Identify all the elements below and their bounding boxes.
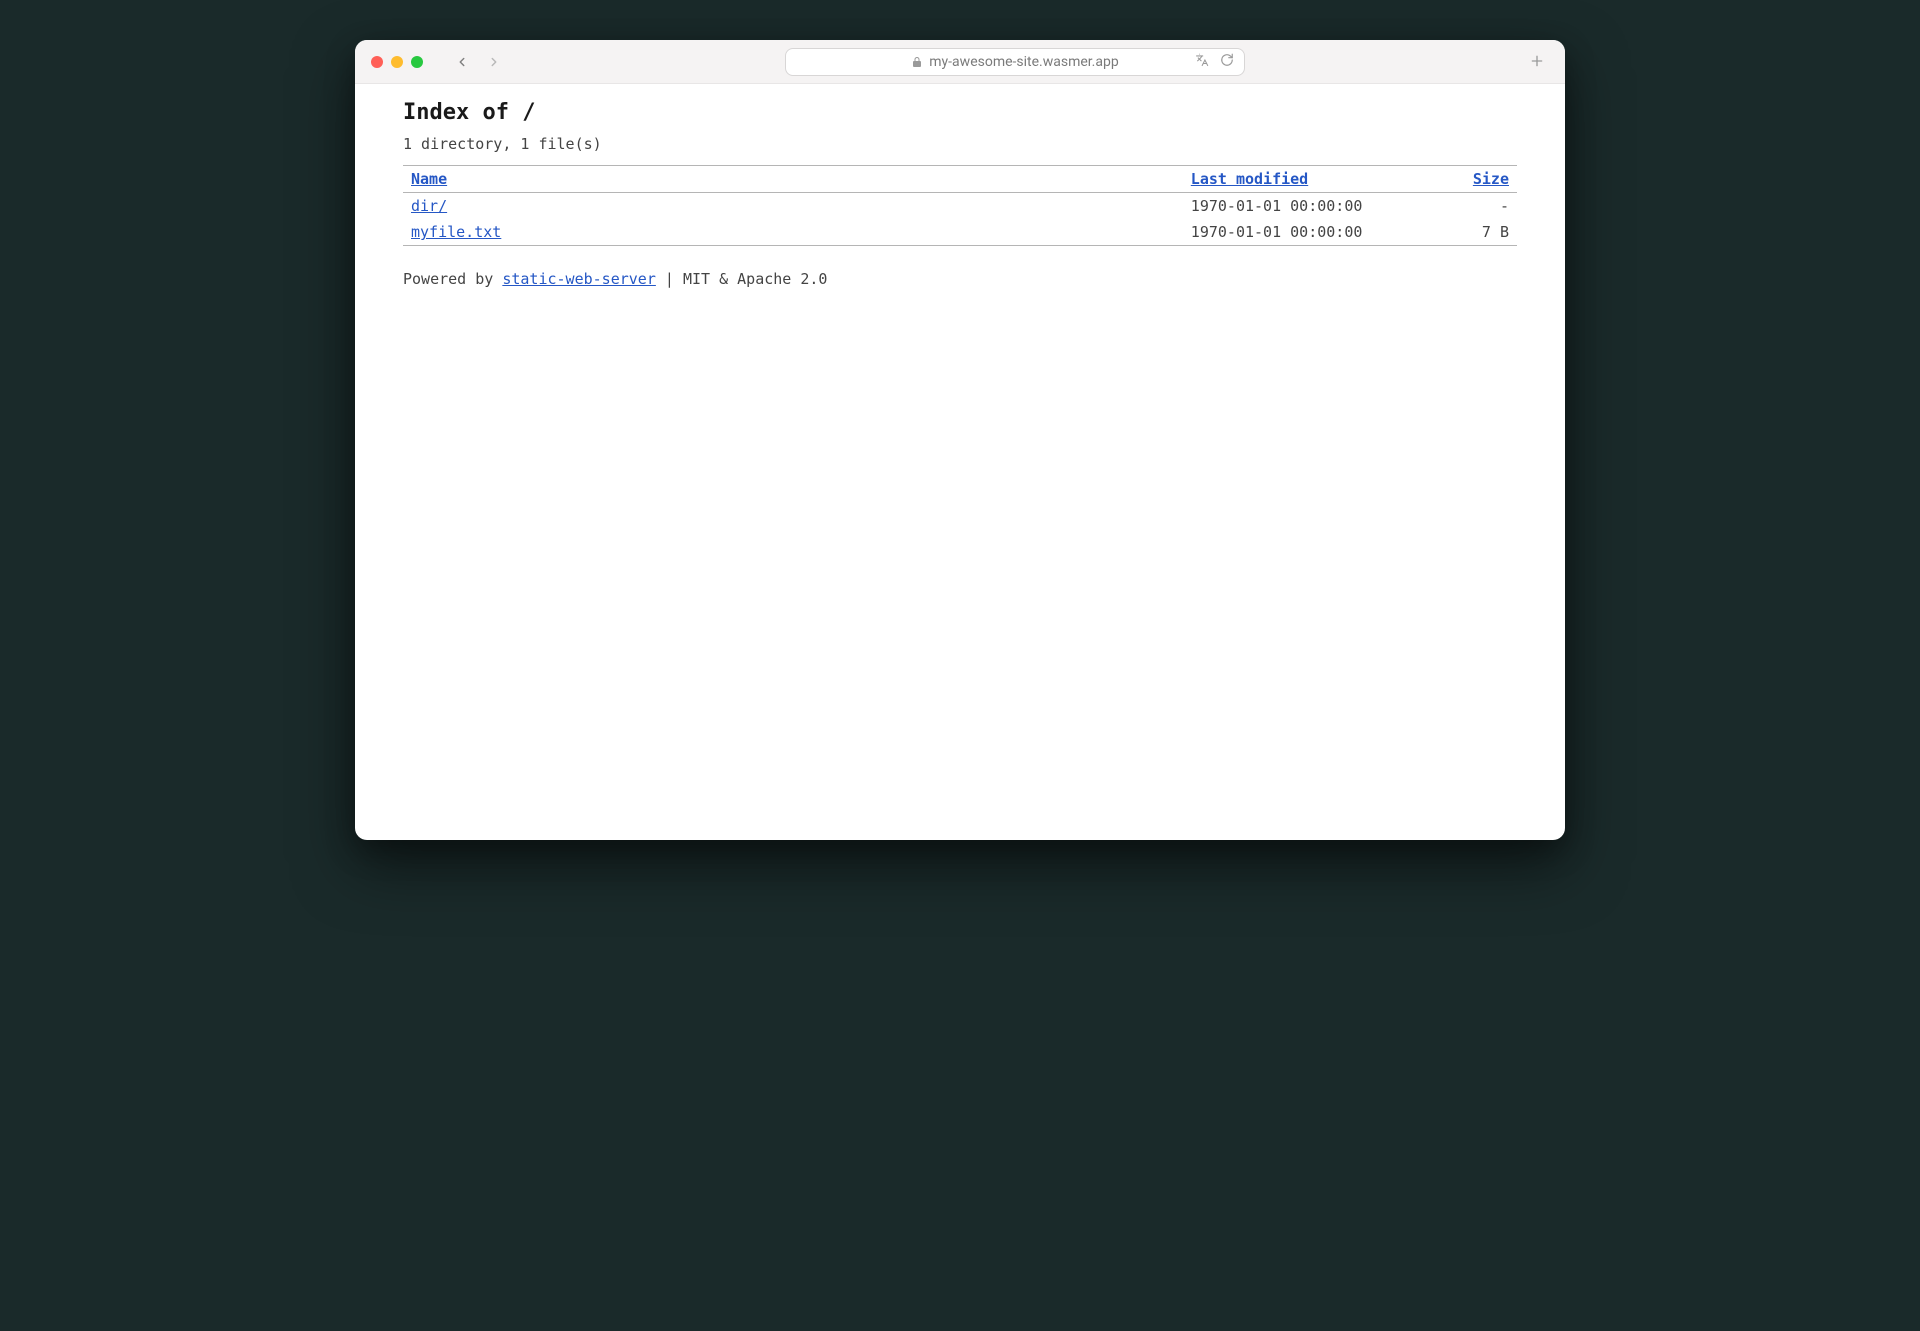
maximize-window-button[interactable] xyxy=(411,56,423,68)
page-title: Index of / xyxy=(403,100,1517,125)
entry-modified: 1970-01-01 00:00:00 xyxy=(1183,193,1406,220)
forward-button[interactable] xyxy=(487,55,501,69)
footer-link[interactable]: static-web-server xyxy=(502,270,656,288)
window-controls xyxy=(371,56,423,68)
sort-by-modified-link[interactable]: Last modified xyxy=(1191,170,1308,188)
entry-link[interactable]: dir/ xyxy=(411,197,447,215)
sort-by-name-link[interactable]: Name xyxy=(411,170,447,188)
browser-chrome: my-awesome-site.wasmer.app xyxy=(355,40,1565,84)
address-right-controls xyxy=(1194,53,1234,71)
close-window-button[interactable] xyxy=(371,56,383,68)
entry-modified: 1970-01-01 00:00:00 xyxy=(1183,219,1406,246)
sort-by-size-link[interactable]: Size xyxy=(1473,170,1509,188)
plus-icon xyxy=(1529,53,1545,69)
refresh-icon[interactable] xyxy=(1220,53,1234,71)
page-content: Index of / 1 directory, 1 file(s) Name L… xyxy=(355,84,1565,304)
minimize-window-button[interactable] xyxy=(391,56,403,68)
translate-icon[interactable] xyxy=(1194,53,1210,71)
entry-link[interactable]: myfile.txt xyxy=(411,223,501,241)
entry-size: 7 B xyxy=(1406,219,1517,246)
new-tab-button[interactable] xyxy=(1529,50,1545,74)
table-row: dir/ 1970-01-01 00:00:00 - xyxy=(403,193,1517,220)
nav-arrows xyxy=(455,55,501,69)
footer-prefix: Powered by xyxy=(403,270,502,288)
chevron-left-icon xyxy=(455,55,469,69)
entry-size: - xyxy=(1406,193,1517,220)
directory-listing-table: Name Last modified Size dir/ 1970-01-01 … xyxy=(403,165,1517,246)
table-header-row: Name Last modified Size xyxy=(403,166,1517,193)
table-row: myfile.txt 1970-01-01 00:00:00 7 B xyxy=(403,219,1517,246)
address-url-text: my-awesome-site.wasmer.app xyxy=(929,54,1118,70)
back-button[interactable] xyxy=(455,55,469,69)
footer-line: Powered by static-web-server | MIT & Apa… xyxy=(403,270,1517,288)
summary-line: 1 directory, 1 file(s) xyxy=(403,135,1517,153)
address-url-group: my-awesome-site.wasmer.app xyxy=(911,54,1118,70)
address-bar[interactable]: my-awesome-site.wasmer.app xyxy=(785,48,1245,76)
lock-icon xyxy=(911,56,923,68)
footer-suffix: | MIT & Apache 2.0 xyxy=(656,270,828,288)
chevron-right-icon xyxy=(487,55,501,69)
browser-window: my-awesome-site.wasmer.app Index of / 1 … xyxy=(355,40,1565,840)
